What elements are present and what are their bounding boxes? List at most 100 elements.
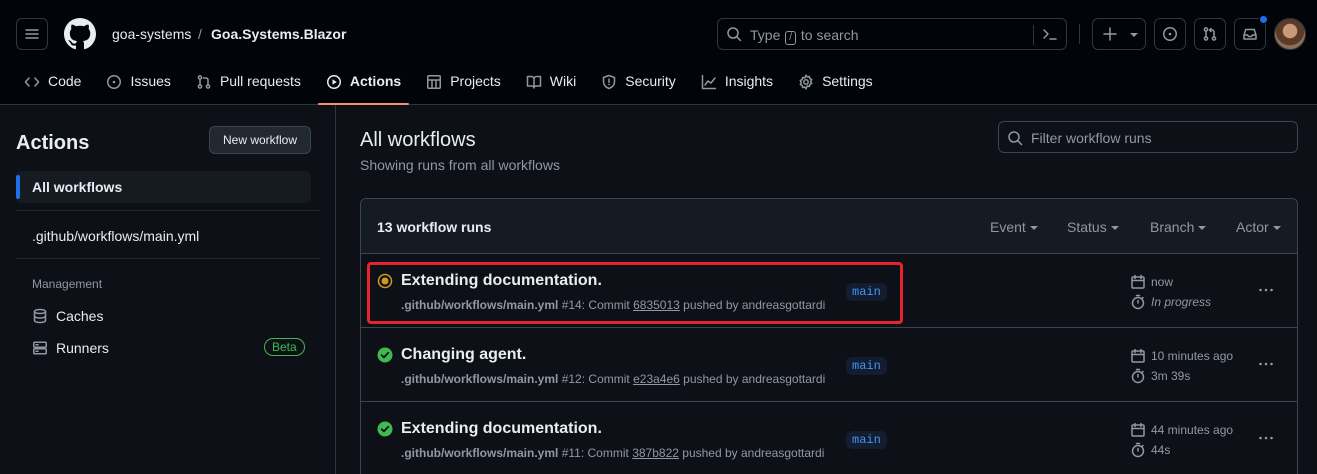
run-title[interactable]: Extending documentation.: [401, 420, 602, 438]
repo-header: goa-systems / Goa.Systems.Blazor Type / …: [0, 0, 1317, 105]
workflow-runs-list: 13 workflow runs Event Status Branch Act…: [360, 198, 1298, 474]
tab-settings[interactable]: Settings: [790, 64, 881, 105]
run-commit-label: Commit: [588, 372, 630, 386]
branch-label[interactable]: main: [846, 357, 887, 375]
run-duration: In progress: [1130, 294, 1211, 310]
run-duration-text: 3m 39s: [1151, 369, 1191, 383]
menu-button[interactable]: [16, 18, 48, 50]
tab-projects[interactable]: Projects: [418, 64, 509, 105]
actor-filter-dropdown[interactable]: Actor: [1236, 219, 1281, 235]
tab-pull-requests[interactable]: Pull requests: [188, 64, 309, 105]
kebab-menu-icon[interactable]: [1258, 430, 1274, 446]
issue-icon: [1163, 27, 1177, 41]
run-time: 10 minutes ago: [1130, 348, 1233, 364]
workflow-run-row[interactable]: Extending documentation. .github/workflo…: [361, 402, 1297, 474]
workflow-run-row[interactable]: Changing agent. .github/workflows/main.y…: [361, 328, 1297, 402]
tab-settings-label: Settings: [822, 73, 873, 89]
event-filter-label: Event: [990, 219, 1026, 235]
tab-actions[interactable]: Actions: [317, 64, 410, 105]
run-time-text: now: [1151, 275, 1174, 289]
tab-issues-label: Issues: [130, 73, 171, 89]
tab-insights[interactable]: Insights: [693, 64, 781, 105]
chevron-down-icon: [1272, 226, 1281, 231]
run-number: #12: [561, 372, 582, 386]
issues-button[interactable]: [1154, 18, 1186, 50]
in-progress-icon: [377, 273, 393, 289]
owner-link[interactable]: goa-systems: [112, 26, 191, 42]
hamburger-icon: [25, 29, 39, 39]
tab-security[interactable]: Security: [593, 64, 684, 105]
issue-icon: [107, 75, 122, 89]
run-workflow: .github/workflows/main.yml: [401, 446, 559, 460]
actions-sidebar: Actions New workflow All workflows .gith…: [0, 105, 336, 474]
repo-link[interactable]: Goa.Systems.Blazor: [211, 26, 346, 42]
sidebar-item-workflow-file[interactable]: .github/workflows/main.yml: [16, 220, 311, 252]
chevron-down-icon: [1198, 226, 1207, 231]
commit-sha-link[interactable]: 387b822: [632, 446, 679, 460]
calendar-icon: [1131, 274, 1145, 289]
tab-pull-requests-label: Pull requests: [219, 73, 301, 89]
graph-icon: [701, 74, 717, 90]
run-workflow: .github/workflows/main.yml: [401, 298, 559, 312]
tab-code[interactable]: Code: [16, 64, 89, 105]
filter-placeholder: Filter workflow runs: [1031, 130, 1152, 146]
tab-security-label: Security: [625, 73, 676, 89]
avatar[interactable]: [1274, 18, 1306, 50]
sidebar-item-caches[interactable]: Caches: [32, 304, 103, 328]
filter-runs-input[interactable]: Filter workflow runs: [998, 121, 1298, 153]
run-duration-text: In progress: [1151, 295, 1212, 309]
run-number: #14: [561, 298, 582, 312]
create-new-button[interactable]: [1092, 18, 1146, 50]
branch-label[interactable]: main: [846, 283, 887, 301]
run-meta: .github/workflows/main.yml #14: Commit 6…: [401, 298, 826, 312]
sidebar-item-all-workflows[interactable]: All workflows: [16, 171, 311, 203]
search-input[interactable]: Type / to search: [717, 18, 1067, 50]
tab-wiki[interactable]: Wiki: [518, 64, 584, 105]
run-duration: 44s: [1130, 442, 1170, 458]
search-divider: [1033, 25, 1034, 45]
chevron-down-icon: [1029, 226, 1038, 231]
status-filter-dropdown[interactable]: Status: [1067, 219, 1119, 235]
run-duration: 3m 39s: [1130, 368, 1190, 384]
github-logo-icon[interactable]: [64, 18, 96, 50]
divider: [16, 258, 320, 259]
server-icon: [33, 341, 47, 355]
command-palette-icon[interactable]: [1042, 26, 1058, 42]
pull-requests-button[interactable]: [1194, 18, 1226, 50]
calendar-icon: [1131, 348, 1145, 363]
search-icon: [727, 27, 742, 42]
search-placeholder: Type / to search: [750, 27, 859, 45]
event-filter-dropdown[interactable]: Event: [990, 219, 1038, 235]
run-title[interactable]: Changing agent.: [401, 346, 526, 364]
branch-filter-label: Branch: [1150, 219, 1195, 235]
run-workflow: .github/workflows/main.yml: [401, 372, 559, 386]
commit-sha-link[interactable]: 6835013: [633, 298, 680, 312]
status-filter-label: Status: [1067, 219, 1107, 235]
branch-filter-dropdown[interactable]: Branch: [1150, 219, 1207, 235]
management-heading: Management: [32, 277, 103, 291]
run-title[interactable]: Extending documentation.: [401, 272, 602, 290]
tab-projects-label: Projects: [450, 73, 501, 89]
tab-insights-label: Insights: [724, 73, 774, 89]
kebab-menu-icon[interactable]: [1258, 356, 1274, 372]
notification-dot: [1259, 15, 1268, 24]
code-icon: [24, 77, 40, 87]
gear-icon: [799, 74, 813, 90]
stopwatch-icon: [1131, 368, 1145, 384]
workflow-run-row[interactable]: Extending documentation. .github/workflo…: [361, 254, 1297, 328]
sidebar-item-runners[interactable]: Runners: [32, 336, 109, 360]
sidebar-item-label: All workflows: [32, 179, 123, 195]
run-pusher: pushed by andreasgottardi: [683, 372, 826, 386]
book-icon: [526, 75, 542, 89]
branch-label[interactable]: main: [846, 431, 887, 449]
commit-sha-link[interactable]: e23a4e6: [633, 372, 680, 386]
check-circle-icon: [377, 421, 393, 437]
new-workflow-button[interactable]: New workflow: [209, 126, 311, 154]
kebab-menu-icon[interactable]: [1258, 282, 1274, 298]
stopwatch-icon: [1131, 442, 1145, 458]
divider: [16, 210, 320, 211]
table-icon: [427, 75, 442, 89]
search-icon: [1008, 131, 1023, 146]
tab-issues[interactable]: Issues: [98, 64, 178, 105]
plus-icon: [1103, 27, 1117, 41]
